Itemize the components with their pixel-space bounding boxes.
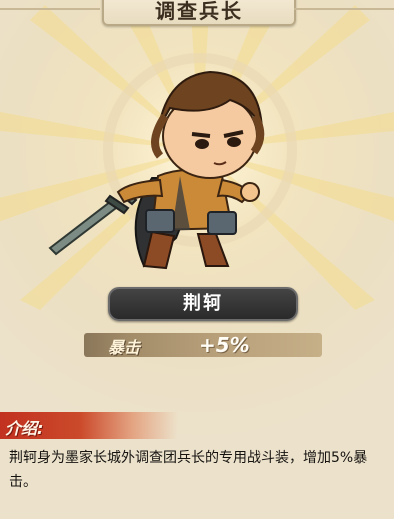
- intro-text: 荆轲身为墨家长城外调查团兵长的专用战斗装，增加5%暴击。: [9, 450, 368, 490]
- character-name-plate: 荆轲: [108, 287, 298, 321]
- intro-label: 介绍:: [5, 419, 44, 438]
- equipment-title: 调查兵长: [155, 0, 243, 23]
- stat-label: 暴击: [108, 338, 141, 357]
- stat-value: +5%: [199, 333, 250, 357]
- title-banner: 调查兵长: [102, 0, 296, 26]
- character-portrait: [48, 70, 265, 270]
- title-divider-right: [294, 8, 394, 10]
- title-divider-left: [0, 8, 100, 10]
- equipment-detail-panel: 调查兵长 荆轲 暴击 +5% 介绍: 荆轲身为墨家长城外调查团兵长的专用战斗装，…: [0, 0, 394, 519]
- intro-header: 介绍:: [0, 412, 178, 439]
- stat-bar: 暴击 +5%: [84, 333, 322, 357]
- character-name: 荆轲: [183, 293, 223, 314]
